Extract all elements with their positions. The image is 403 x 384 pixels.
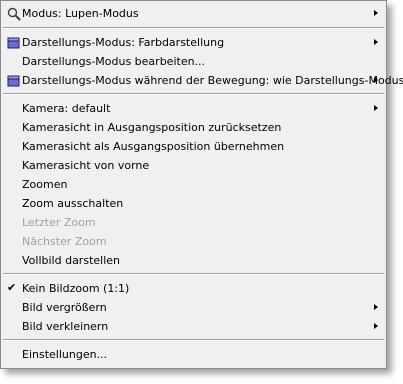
- menu-item-label: Bild vergrößern: [22, 301, 107, 314]
- menu-item-label: Nächster Zoom: [22, 235, 107, 248]
- cube-icon: [6, 73, 22, 89]
- menu-item-kamerasicht-uebernehmen[interactable]: Kamerasicht als Ausgangsposition überneh…: [2, 137, 385, 156]
- submenu-arrow-icon: [374, 39, 378, 45]
- submenu-arrow-icon: [374, 304, 378, 310]
- menu-item-kamerasicht-zuruecksetzen[interactable]: Kamerasicht in Ausgangsposition zurückse…: [2, 118, 385, 137]
- menu-item-label: Bild verkleinern: [22, 320, 109, 333]
- menu-item-darstellungs-modus[interactable]: Darstellungs-Modus: Farbdarstellung: [2, 33, 385, 52]
- menu-item-label: Zoomen: [22, 178, 68, 191]
- menu-item-darstellungs-modus-bewegung[interactable]: Darstellungs-Modus während der Bewegung:…: [2, 71, 403, 90]
- menu-separator: [3, 339, 384, 341]
- menu-item-letzter-zoom: Letzter Zoom: [2, 213, 385, 232]
- menu-separator: [3, 273, 384, 275]
- menu-item-label: Darstellungs-Modus bearbeiten...: [22, 55, 206, 68]
- menu-item-label: Vollbild darstellen: [22, 254, 120, 267]
- menu-item-label: Zoom ausschalten: [22, 197, 124, 210]
- menu-item-einstellungen[interactable]: Einstellungen...: [2, 345, 385, 364]
- menu-item-zoom-ausschalten[interactable]: Zoom ausschalten: [2, 194, 385, 213]
- submenu-arrow-icon: [374, 323, 378, 329]
- submenu-arrow-icon: [374, 77, 378, 83]
- menu-item-label: Einstellungen...: [22, 348, 108, 361]
- menu-item-label: Kein Bildzoom (1:1): [22, 282, 130, 295]
- menu-item-bild-verkleinern[interactable]: Bild verkleinern: [2, 317, 385, 336]
- submenu-arrow-icon: [374, 105, 378, 111]
- context-menu: Modus: Lupen-Modus Darstellungs-Modus: F…: [0, 0, 403, 369]
- menu-separator: [3, 93, 384, 95]
- menu-item-label: Darstellungs-Modus während der Bewegung:…: [22, 74, 403, 87]
- menu-item-kein-bildzoom[interactable]: ✔ Kein Bildzoom (1:1): [2, 279, 385, 298]
- menu-item-label: Letzter Zoom: [22, 216, 96, 229]
- checkmark-icon: ✔: [7, 281, 17, 294]
- menu-item-label: Darstellungs-Modus: Farbdarstellung: [22, 36, 225, 49]
- menu-item-zoomen[interactable]: Zoomen: [2, 175, 385, 194]
- menu-item-bild-vergroessern[interactable]: Bild vergrößern: [2, 298, 385, 317]
- menu-item-label: Kamera: default: [22, 102, 111, 115]
- menu-item-vollbild[interactable]: Vollbild darstellen: [2, 251, 385, 270]
- menu-item-kamerasicht-vorne[interactable]: Kamerasicht von vorne: [2, 156, 385, 175]
- menu-item-darstellungs-modus-bearbeiten[interactable]: Darstellungs-Modus bearbeiten...: [2, 52, 385, 71]
- submenu-arrow-icon: [374, 10, 378, 16]
- menu-item-label: Kamerasicht in Ausgangsposition zurückse…: [22, 121, 282, 134]
- menu-separator: [3, 27, 384, 29]
- menu-item-label: Modus: Lupen-Modus: [22, 7, 139, 20]
- menu-item-label: Kamerasicht von vorne: [22, 159, 150, 172]
- magnifier-icon: [6, 6, 22, 22]
- menu-item-naechster-zoom: Nächster Zoom: [2, 232, 385, 251]
- menu-item-label: Kamerasicht als Ausgangsposition überneh…: [22, 140, 285, 153]
- menu-item-kamera[interactable]: Kamera: default: [2, 99, 385, 118]
- menu-item-modus[interactable]: Modus: Lupen-Modus: [2, 4, 385, 23]
- cube-icon: [6, 35, 22, 51]
